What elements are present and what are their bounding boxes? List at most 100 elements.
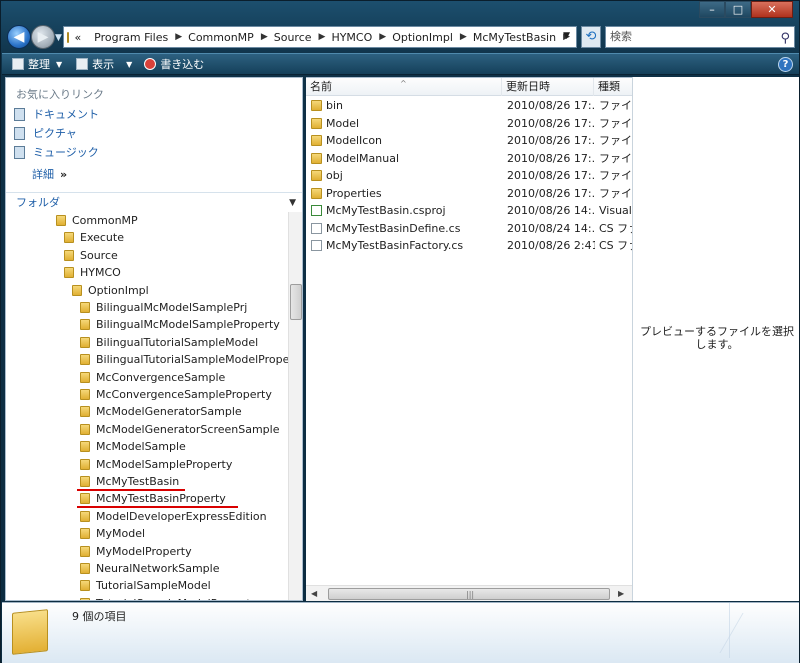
chevron-right-icon[interactable]: ▶ (261, 32, 268, 42)
table-row[interactable]: Model 2010/08/26 17:... ファイル (306, 115, 632, 132)
column-date-label: 更新日時 (506, 80, 550, 93)
folder-icon (80, 423, 90, 435)
tree-item[interactable]: MyModel (80, 525, 145, 542)
views-icon (76, 58, 89, 70)
crumb-optionimpl[interactable]: OptionImpl (392, 31, 453, 44)
chevron-right-icon[interactable]: ▶ (175, 32, 182, 42)
overflow-chevron[interactable]: « (74, 31, 81, 44)
tree-item-label: ModelDeveloperExpressEdition (96, 509, 267, 523)
tree-item[interactable]: Source (64, 247, 118, 264)
address-dropdown-icon[interactable]: ▼ (563, 31, 570, 41)
forward-button[interactable]: ▶ (31, 25, 55, 49)
folder-icon (311, 170, 322, 181)
tree-item[interactable]: McMyTestBasin (80, 473, 179, 490)
minimize-button[interactable]: – (699, 1, 725, 18)
favorites-more-link[interactable]: 詳細 » (32, 166, 67, 182)
sort-up-icon: ^ (400, 79, 407, 88)
chevron-down-icon: ▼ (56, 59, 63, 69)
scrollbar-thumb[interactable]: ||| (328, 588, 610, 600)
tree-item[interactable]: BilingualTutorialSampleModelProperty (80, 351, 288, 368)
tree-item[interactable]: McModelSample (80, 438, 186, 455)
back-button[interactable]: ◀ (7, 25, 31, 49)
tree-item[interactable]: BilingualMcModelSamplePrj (80, 299, 247, 316)
tree-item[interactable]: BilingualMcModelSampleProperty (80, 316, 280, 333)
tree-item[interactable]: McModelGeneratorSample (80, 403, 242, 420)
tree-item[interactable]: BilingualTutorialSampleModel (80, 334, 258, 351)
cell-type: CS ファ (599, 221, 632, 235)
tree-item[interactable]: McModelGeneratorScreenSample (80, 421, 280, 438)
table-row[interactable]: ModelIcon 2010/08/26 17:... ファイル (306, 132, 632, 149)
folder-icon (80, 528, 90, 540)
maximize-button[interactable]: □ (725, 1, 751, 18)
search-placeholder: 検索 (610, 30, 632, 43)
tree-item[interactable]: OptionImpl (72, 282, 149, 299)
chevron-right-icon[interactable]: ▶ (379, 32, 386, 42)
fav-item-documents[interactable]: ドキュメント (14, 106, 99, 122)
column-name[interactable]: 名前 ^ (306, 78, 502, 96)
folder-icon (64, 232, 74, 244)
table-row[interactable]: ModelManual 2010/08/26 17:... ファイル (306, 150, 632, 167)
crumb-program-files[interactable]: Program Files (94, 31, 168, 44)
tree-item[interactable]: CommonMP (56, 212, 138, 229)
more-label: 詳細 (32, 168, 54, 181)
crumb-commonmp[interactable]: CommonMP (188, 31, 254, 44)
crumb-source[interactable]: Source (274, 31, 312, 44)
folder-icon (80, 563, 90, 574)
table-row[interactable]: McMyTestBasinDefine.cs 2010/08/24 14:... C… (306, 220, 632, 237)
tree-item[interactable]: McModelSampleProperty (80, 456, 232, 473)
table-row[interactable]: McMyTestBasin.csproj 2010/08/26 14:... Vis… (306, 202, 632, 219)
column-type[interactable]: 種類 (594, 78, 632, 96)
table-row[interactable]: Properties 2010/08/26 17:... ファイル (306, 185, 632, 202)
tree-item[interactable]: NeuralNetworkSample (80, 560, 219, 577)
burn-button[interactable]: 書き込む (144, 56, 204, 72)
organize-icon (12, 58, 24, 70)
tree-item[interactable]: McMyTestBasinProperty (80, 490, 226, 507)
tree-item[interactable]: ModelDeveloperExpressEdition (80, 508, 267, 525)
tree-item-label: BilingualMcModelSampleProperty (96, 318, 280, 332)
fav-item-pictures[interactable]: ピクチャ (14, 125, 77, 141)
table-row[interactable]: obj 2010/08/26 17:... ファイル (306, 167, 632, 184)
tree-item[interactable]: MyModelProperty (80, 543, 192, 560)
tree-item-label: MyModel (96, 527, 146, 541)
favorites-header: お気に入りリンク (16, 88, 104, 101)
tree-item[interactable]: HYMCO (64, 264, 121, 281)
address-bar[interactable]: « Program Files ▶ CommonMP ▶ Source ▶ HYMCO… (63, 26, 577, 48)
fav-item-music[interactable]: ミュージック (14, 144, 99, 160)
crumb-hymco[interactable]: HYMCO (331, 31, 372, 44)
tree-item[interactable]: Execute (64, 229, 124, 246)
views-button[interactable]: 表示 ▼ (76, 56, 132, 72)
help-icon[interactable]: ? (778, 57, 793, 72)
list-horizontal-scrollbar[interactable]: ◀ ||| ▶ (306, 585, 632, 601)
tree-scrollbar[interactable] (288, 212, 302, 600)
chevron-right-icon[interactable]: ▶ (460, 32, 467, 42)
crumb-mcmytestbasin[interactable]: McMyTestBasin (473, 31, 556, 44)
table-row[interactable]: bin 2010/08/26 17:... ファイル (306, 97, 632, 114)
cell-date: 2010/08/26 2:41 (507, 239, 595, 252)
scroll-left-icon[interactable]: ◀ (311, 589, 317, 598)
scroll-right-icon[interactable]: ▶ (618, 589, 624, 598)
search-icon[interactable]: ⚲ (780, 29, 790, 49)
tree-item-label: McConvergenceSample (96, 370, 226, 384)
recent-pages-dropdown[interactable]: ▼ (55, 33, 62, 43)
refresh-button[interactable]: ⟲ (581, 26, 601, 48)
cell-date: 2010/08/26 14:... (507, 204, 595, 217)
tree-item[interactable]: TutorialSampleModel (80, 577, 211, 594)
table-row[interactable]: McMyTestBasinFactory.cs 2010/08/26 2:41 CS… (306, 237, 632, 254)
tree-item[interactable]: McConvergenceSampleProperty (80, 386, 272, 403)
tree-item[interactable]: TutorialSampleModelProperty (80, 595, 257, 600)
chevron-down-icon: ▼ (126, 59, 133, 69)
tree-item[interactable]: McConvergenceSample (80, 369, 225, 386)
chevron-right-icon[interactable]: ▶ (319, 32, 326, 42)
burn-disc-icon (144, 58, 157, 70)
folder-icon (80, 597, 90, 600)
cell-date: 2010/08/26 17:... (507, 99, 595, 112)
folder-icon (56, 215, 66, 226)
search-input[interactable]: 検索 ⚲ (605, 26, 795, 48)
folder-icon (80, 302, 90, 313)
cs-file-icon (311, 240, 322, 251)
folders-header[interactable]: フォルダ ▼ (6, 192, 302, 212)
column-date[interactable]: 更新日時 (502, 78, 594, 96)
close-button[interactable]: ✕ (751, 1, 793, 18)
scrollbar-thumb[interactable] (290, 284, 302, 320)
organize-button[interactable]: 整理 ▼ (12, 56, 62, 72)
